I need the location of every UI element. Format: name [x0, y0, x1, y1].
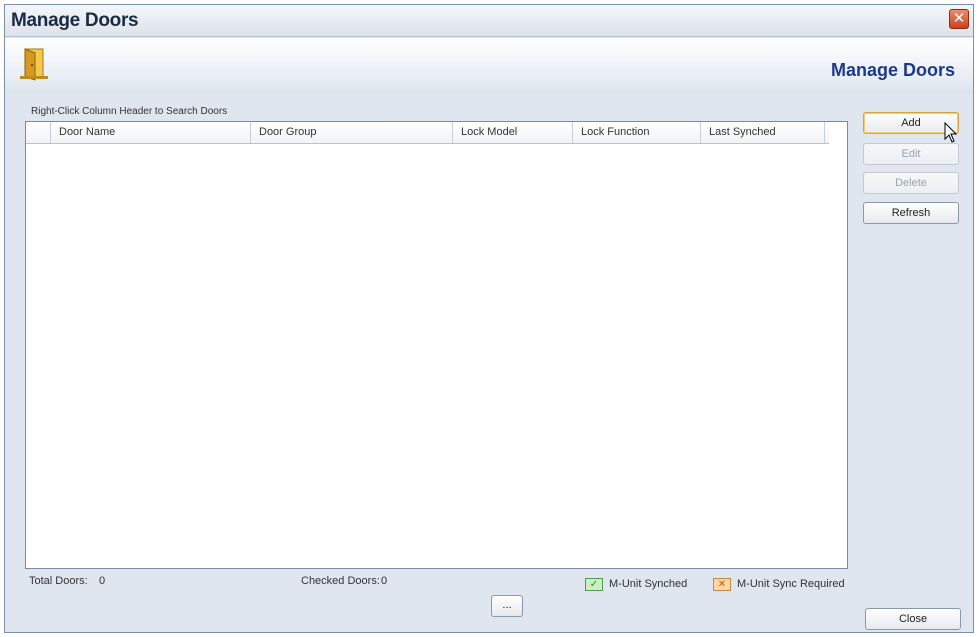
- total-doors-value: 0: [99, 575, 106, 587]
- checked-doors-label: Checked Doors:: [301, 575, 380, 587]
- edit-button[interactable]: Edit: [863, 143, 959, 165]
- column-door-group[interactable]: Door Group: [250, 122, 452, 143]
- more-button[interactable]: ...: [491, 595, 523, 617]
- manage-doors-window: Manage Doors ✕ Manage Doors Right-Click …: [4, 4, 974, 633]
- synched-legend-icon: ✓: [585, 578, 603, 591]
- column-door-name[interactable]: Door Name: [50, 122, 250, 143]
- column-last-synched[interactable]: Last Synched: [700, 122, 825, 143]
- delete-button[interactable]: Delete: [863, 172, 959, 194]
- total-doors-label: Total Doors:: [29, 575, 88, 587]
- header-band: Manage Doors: [5, 38, 973, 94]
- column-header-row: Door Name Door Group Lock Model Lock Fun…: [26, 122, 829, 144]
- column-lock-model[interactable]: Lock Model: [452, 122, 572, 143]
- door-icon: [20, 48, 48, 81]
- close-button[interactable]: Close: [865, 608, 961, 630]
- refresh-button[interactable]: Refresh: [863, 202, 959, 224]
- search-hint: Right-Click Column Header to Search Door…: [31, 106, 228, 117]
- checked-doors-value: 0: [381, 575, 388, 587]
- window-close-button[interactable]: ✕: [949, 9, 969, 29]
- window-title: Manage Doors: [11, 10, 139, 31]
- column-lock-function[interactable]: Lock Function: [572, 122, 700, 143]
- title-bar: Manage Doors ✕: [5, 5, 973, 37]
- legend-sync-required-label: M-Unit Sync Required: [737, 578, 845, 590]
- sync-required-legend-icon: ✕: [713, 578, 731, 591]
- header-title: Manage Doors: [830, 60, 955, 80]
- mouse-cursor-icon: [944, 122, 958, 143]
- doors-list[interactable]: Door Name Door Group Lock Model Lock Fun…: [25, 121, 848, 569]
- legend-synched-label: M-Unit Synched: [609, 578, 688, 590]
